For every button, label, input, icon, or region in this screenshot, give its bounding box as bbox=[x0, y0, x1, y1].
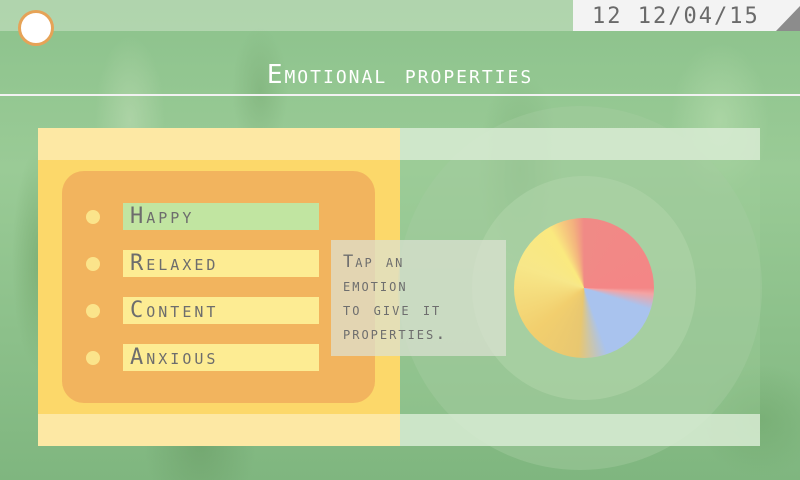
emotion-button-content[interactable]: Content bbox=[123, 297, 319, 324]
bullet-dot-icon bbox=[86, 351, 100, 365]
bullet-dot-icon bbox=[86, 210, 100, 224]
bullet-dot-icon bbox=[86, 257, 100, 271]
preview-panel-bottom-band bbox=[400, 414, 760, 446]
title-divider bbox=[0, 94, 800, 96]
emotion-button-relaxed[interactable]: Relaxed bbox=[123, 250, 319, 277]
emotion-button-anxious[interactable]: Anxious bbox=[123, 344, 319, 371]
emotion-color-wheel bbox=[514, 218, 654, 358]
bullet-dot-icon bbox=[86, 304, 100, 318]
page-title: Emotional properties bbox=[266, 60, 534, 90]
home-button-center bbox=[27, 19, 45, 37]
home-ring-icon[interactable] bbox=[18, 10, 54, 46]
emotion-panel-bottom-band bbox=[38, 414, 400, 446]
hint-tooltip: Tap an emotion to give it properties. bbox=[331, 240, 506, 356]
emotion-button-happy[interactable]: Happy bbox=[123, 203, 319, 230]
status-date-text: 12 12/04/15 bbox=[592, 4, 760, 29]
emotion-panel-top-band bbox=[38, 128, 400, 160]
preview-panel-top-band bbox=[400, 128, 760, 160]
status-corner-icon bbox=[776, 6, 800, 31]
